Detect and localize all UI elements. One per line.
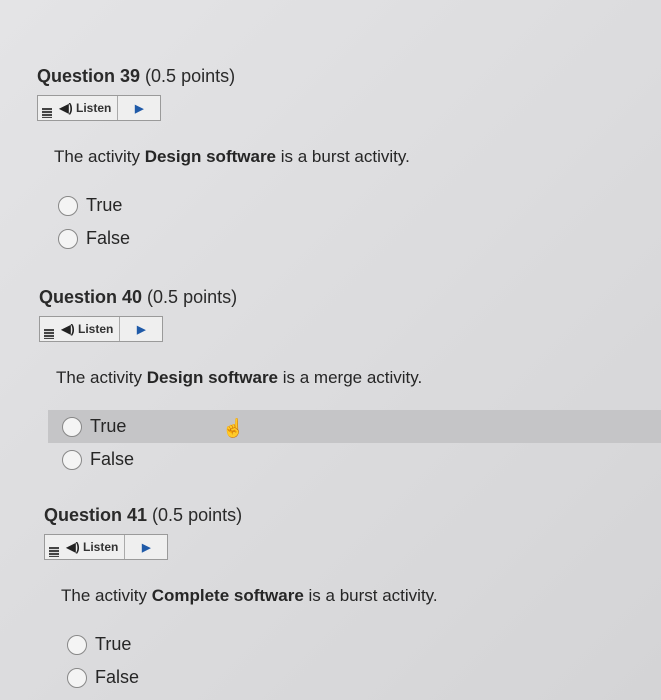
answer-options: True False <box>58 189 410 255</box>
menu-icon[interactable] <box>40 317 58 341</box>
play-icon[interactable]: ▶ <box>125 541 167 554</box>
play-icon[interactable]: ▶ <box>118 102 160 115</box>
radio-false[interactable] <box>58 228 78 249</box>
option-true[interactable]: True <box>58 189 410 222</box>
radio-true[interactable] <box>62 416 82 437</box>
question-title: Question 40 (0.5 points) <box>39 287 238 307</box>
listen-button[interactable]: ◀) Listen ▶ <box>44 534 168 560</box>
radio-true[interactable] <box>67 634 87 655</box>
speaker-icon: ◀) <box>66 540 80 554</box>
question-text: The activity Design software is a burst … <box>54 147 410 166</box>
menu-icon[interactable] <box>45 535 63 559</box>
hand-pointer-icon: ☝ <box>222 418 245 438</box>
listen-label: Listen <box>76 96 119 120</box>
option-true[interactable]: True <box>67 628 438 661</box>
listen-label: Listen <box>83 535 126 559</box>
listen-label: Listen <box>78 317 121 341</box>
radio-false[interactable] <box>62 449 82 470</box>
question-text: The activity Design software is a merge … <box>56 368 423 387</box>
listen-button[interactable]: ◀) Listen ▶ <box>37 95 161 121</box>
option-false[interactable]: False <box>67 661 438 694</box>
option-false[interactable]: False <box>58 222 410 255</box>
listen-button[interactable]: ◀) Listen ▶ <box>39 316 163 342</box>
radio-false[interactable] <box>67 667 87 688</box>
speaker-icon: ◀) <box>61 322 75 336</box>
question-39: Question 39 (0.5 points) ◀) Listen ▶ The… <box>37 66 410 255</box>
play-icon[interactable]: ▶ <box>120 323 162 336</box>
option-false[interactable]: False <box>62 443 422 476</box>
question-41: Question 41 (0.5 points) ◀) Listen ▶ The… <box>44 505 438 694</box>
menu-icon[interactable] <box>38 96 56 120</box>
speaker-icon: ◀) <box>59 101 73 115</box>
question-title: Question 41 (0.5 points) <box>44 505 243 525</box>
radio-true[interactable] <box>58 195 78 216</box>
question-40: Question 40 (0.5 points) ◀) Listen ▶ The… <box>39 287 661 476</box>
question-text: The activity Complete software is a burs… <box>61 586 438 605</box>
question-title: Question 39 (0.5 points) <box>37 66 236 86</box>
answer-options: True False <box>67 628 438 694</box>
